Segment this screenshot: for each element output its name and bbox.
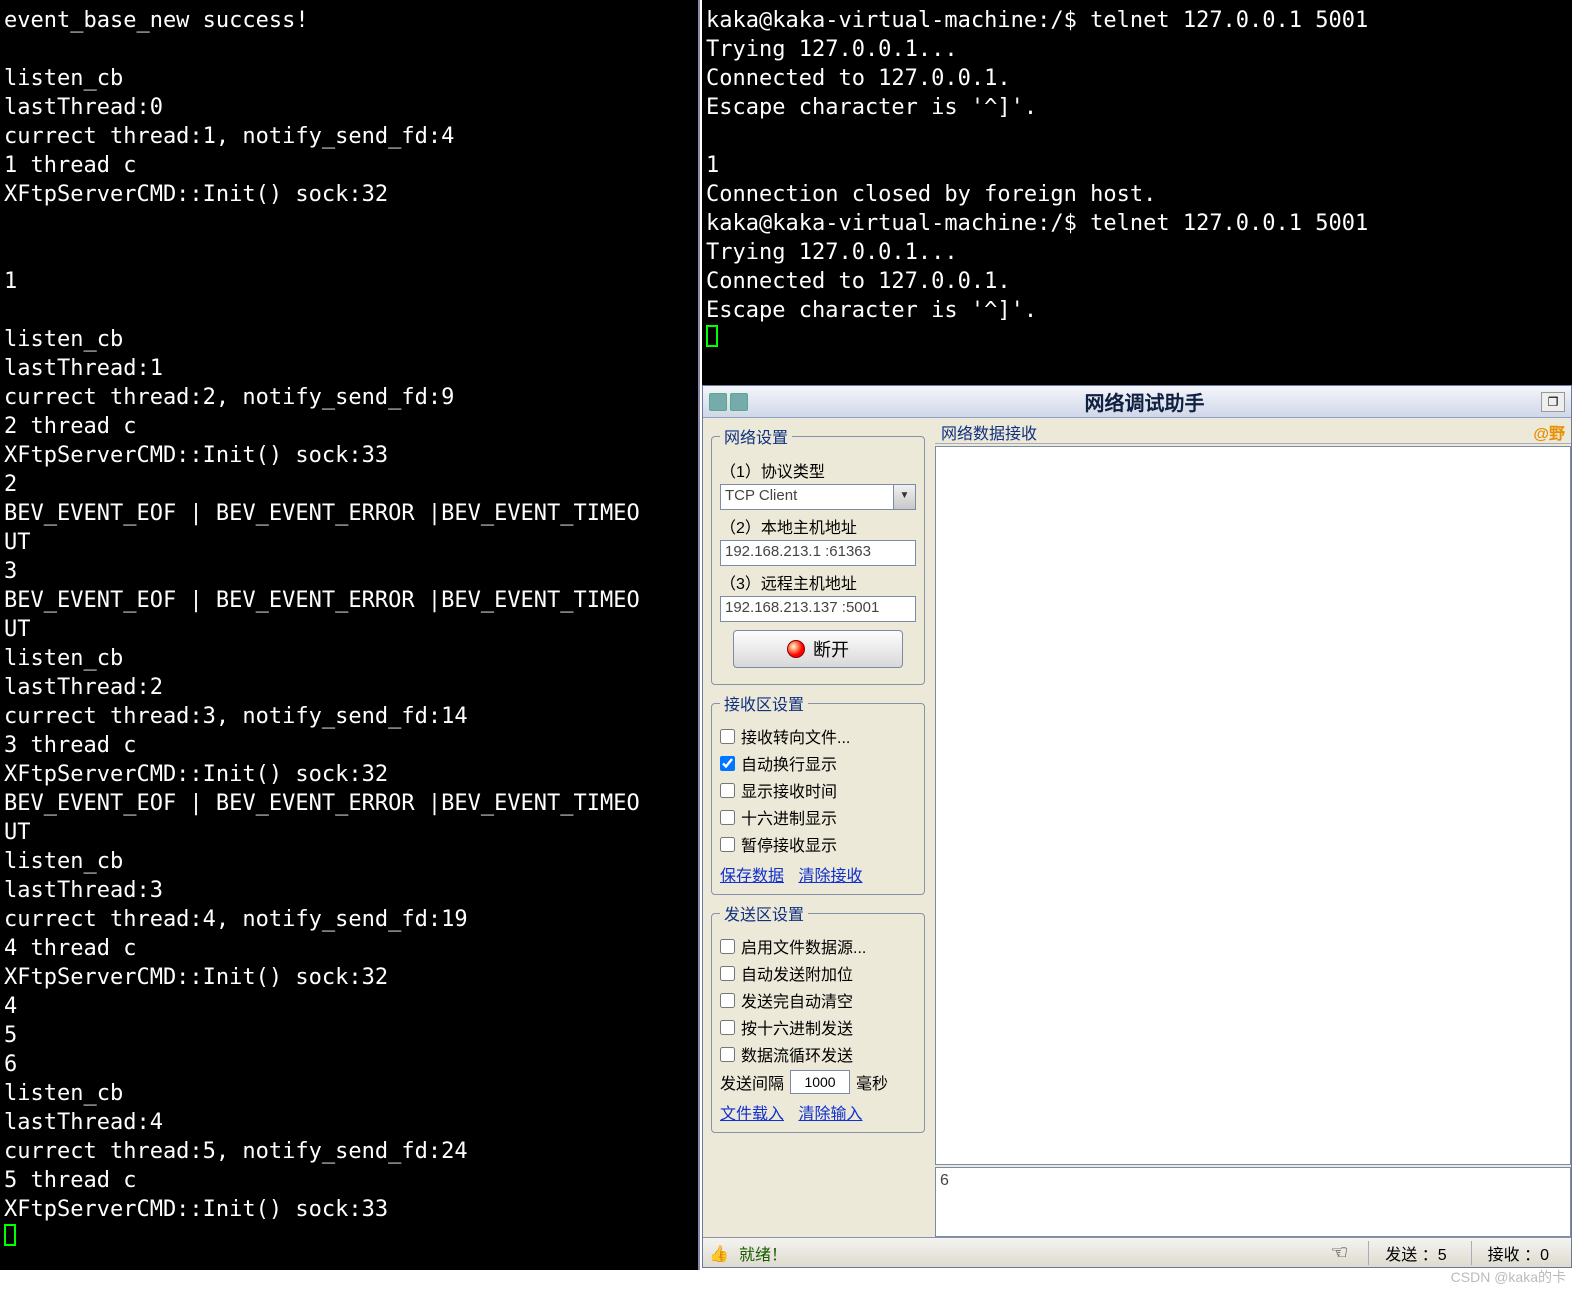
status-recv: 接收 ：0	[1471, 1241, 1565, 1265]
window-body: 网络设置 （1）协议类型 TCP Client ▼ （2）本地主机地址 192.…	[703, 418, 1571, 1237]
local-host-input[interactable]: 192.168.213.1 :61363	[720, 540, 916, 566]
interval-label: 发送间隔	[720, 1070, 784, 1094]
pause-recv-checkbox[interactable]	[720, 837, 735, 852]
checkbox-label: 显示接收时间	[741, 778, 837, 802]
loop-send-checkbox[interactable]	[720, 1047, 735, 1062]
recv-to-file-checkbox[interactable]	[720, 729, 735, 744]
checkbox-label: 接收转向文件...	[741, 724, 850, 748]
status-ready: 就绪！	[739, 1241, 787, 1265]
thumbs-up-icon: 👍	[709, 1244, 731, 1262]
checkbox-row[interactable]: 显示接收时间	[720, 778, 916, 802]
auto-clear-checkbox[interactable]	[720, 993, 735, 1008]
pointing-hand-icon: ☜	[1318, 1240, 1360, 1265]
hex-send-checkbox[interactable]	[720, 1020, 735, 1035]
record-icon	[787, 640, 805, 658]
checkbox-row[interactable]: 启用文件数据源...	[720, 934, 916, 958]
remote-host-input[interactable]: 192.168.213.137 :5001	[720, 596, 916, 622]
interval-input[interactable]	[790, 1070, 850, 1094]
checkbox-label: 十六进制显示	[741, 805, 837, 829]
status-bar: 👍 就绪！ ☜ 发送 ：5 接收 ：0	[703, 1237, 1571, 1267]
checkbox-label: 自动发送附加位	[741, 961, 853, 985]
checkbox-row[interactable]: 数据流循环发送	[720, 1042, 916, 1066]
checkbox-row[interactable]: 发送完自动清空	[720, 988, 916, 1012]
group-legend: 网络设置	[720, 424, 792, 448]
app-icon	[709, 393, 727, 411]
left-terminal[interactable]: event_base_new success! listen_cb lastTh…	[0, 0, 700, 1270]
file-load-link[interactable]: 文件载入	[720, 1106, 784, 1123]
disconnect-label: 断开	[813, 636, 849, 662]
recv-header: 网络数据接收 @野	[935, 420, 1571, 444]
protocol-type-label: （1）协议类型	[720, 458, 916, 482]
group-network-settings: 网络设置 （1）协议类型 TCP Client ▼ （2）本地主机地址 192.…	[711, 424, 925, 685]
watermark: CSDN @kaka的卡	[1451, 1267, 1566, 1287]
send-links: 文件载入 清除输入	[720, 1100, 916, 1124]
cursor-icon	[706, 325, 718, 347]
checkbox-label: 自动换行显示	[741, 751, 837, 775]
checkbox-row[interactable]: 自动换行显示	[720, 751, 916, 775]
cursor-icon	[4, 1224, 16, 1246]
show-time-checkbox[interactable]	[720, 783, 735, 798]
status-sent: 发送 ：5	[1368, 1241, 1462, 1265]
send-textarea[interactable]: 6	[935, 1167, 1571, 1237]
right-terminal-text: kaka@kaka-virtual-machine:/$ telnet 127.…	[706, 8, 1368, 323]
auto-append-checkbox[interactable]	[720, 966, 735, 981]
titlebar-left-icons	[709, 393, 748, 411]
checkbox-label: 按十六进制发送	[741, 1015, 853, 1039]
chevron-down-icon: ▼	[893, 485, 915, 509]
checkbox-row[interactable]: 按十六进制发送	[720, 1015, 916, 1039]
brand-label: @野	[1533, 420, 1565, 444]
clear-input-link[interactable]: 清除输入	[798, 1106, 862, 1123]
hex-display-checkbox[interactable]	[720, 810, 735, 825]
checkbox-label: 数据流循环发送	[741, 1042, 853, 1066]
interval-unit: 毫秒	[856, 1070, 888, 1094]
send-interval-row: 发送间隔 毫秒	[720, 1070, 916, 1094]
protocol-type-select[interactable]: TCP Client ▼	[720, 484, 916, 510]
maximize-button[interactable]: ❐	[1541, 392, 1565, 412]
disconnect-button[interactable]: 断开	[733, 630, 903, 668]
checkbox-row[interactable]: 接收转向文件...	[720, 724, 916, 748]
left-terminal-text: event_base_new success! listen_cb lastTh…	[4, 8, 640, 1222]
checkbox-row[interactable]: 暂停接收显示	[720, 832, 916, 856]
group-send-settings: 发送区设置 启用文件数据源... 自动发送附加位 发送完自动清空 按十六进制发送…	[711, 901, 925, 1133]
checkbox-row[interactable]: 自动发送附加位	[720, 961, 916, 985]
group-receive-settings: 接收区设置 接收转向文件... 自动换行显示 显示接收时间 十六进制显示 暂停接…	[711, 691, 925, 895]
remote-host-value: 192.168.213.137 :5001	[725, 599, 879, 616]
app-icon	[730, 393, 748, 411]
window-title: 网络调试助手	[754, 387, 1535, 416]
checkbox-label: 暂停接收显示	[741, 832, 837, 856]
receive-textarea[interactable]	[935, 446, 1571, 1165]
right-terminal[interactable]: kaka@kaka-virtual-machine:/$ telnet 127.…	[702, 0, 1572, 385]
send-value: 6	[940, 1172, 949, 1189]
protocol-type-value: TCP Client	[725, 487, 797, 504]
checkbox-label: 发送完自动清空	[741, 988, 853, 1012]
local-host-value: 192.168.213.1 :61363	[725, 543, 871, 560]
network-assistant-window: 网络调试助手 ❐ 网络设置 （1）协议类型 TCP Client ▼ （2）本地…	[702, 385, 1572, 1268]
checkbox-label: 启用文件数据源...	[741, 934, 866, 958]
file-source-checkbox[interactable]	[720, 939, 735, 954]
group-legend: 接收区设置	[720, 691, 808, 715]
remote-host-label: （3）远程主机地址	[720, 570, 916, 594]
main-area: 网络数据接收 @野 6	[933, 418, 1571, 1237]
checkbox-row[interactable]: 十六进制显示	[720, 805, 916, 829]
local-host-label: （2）本地主机地址	[720, 514, 916, 538]
group-legend: 发送区设置	[720, 901, 808, 925]
recv-header-label: 网络数据接收	[941, 420, 1037, 444]
recv-links: 保存数据 清除接收	[720, 862, 916, 886]
titlebar[interactable]: 网络调试助手 ❐	[703, 386, 1571, 418]
save-data-link[interactable]: 保存数据	[720, 868, 784, 885]
auto-wrap-checkbox[interactable]	[720, 756, 735, 771]
clear-recv-link[interactable]: 清除接收	[798, 868, 862, 885]
side-panel: 网络设置 （1）协议类型 TCP Client ▼ （2）本地主机地址 192.…	[703, 418, 933, 1237]
